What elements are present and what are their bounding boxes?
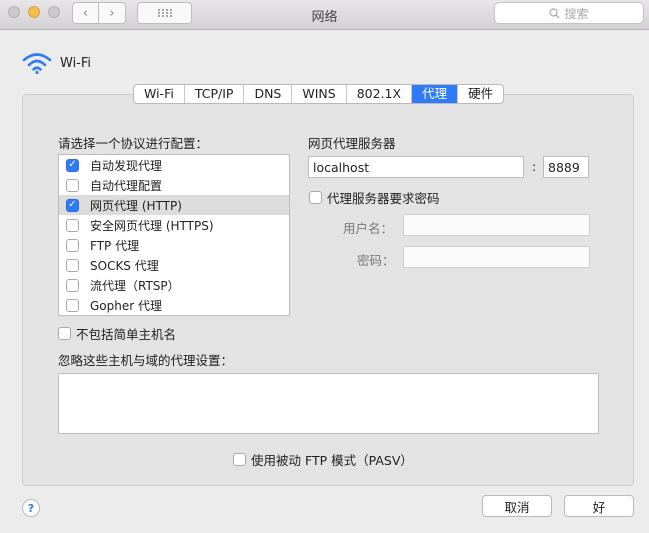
protocol-label: 安全网页代理 (HTTPS) (90, 218, 214, 233)
ok-button[interactable]: 好 (564, 495, 634, 517)
protocol-checkbox[interactable] (66, 178, 79, 192)
bypass-textarea[interactable] (58, 373, 599, 434)
checkmark-icon: ✓ (68, 159, 77, 170)
password-field[interactable] (403, 246, 590, 268)
protocol-label: 流代理（RTSP） (90, 278, 180, 293)
protocol-label: Gopher 代理 (90, 298, 162, 313)
protocol-checkbox[interactable] (66, 258, 79, 272)
tab-dns[interactable]: DNS (244, 85, 293, 103)
protocol-label: FTP 代理 (90, 238, 140, 253)
protocol-checkbox[interactable] (66, 278, 79, 292)
requires-password-label: 代理服务器要求密码 (327, 191, 440, 206)
tab-hardware[interactable]: 硬件 (458, 85, 503, 103)
service-name: Wi-Fi (60, 55, 92, 71)
search-input[interactable]: 搜索 (494, 2, 644, 24)
passive-ftp-checkbox[interactable] (233, 453, 246, 466)
passive-ftp-label: 使用被动 FTP 模式（PASV） (251, 453, 413, 468)
search-icon (549, 7, 560, 18)
list-item[interactable]: FTP 代理 (59, 235, 289, 255)
list-item[interactable]: ✓ 自动发现代理 (59, 155, 289, 175)
protocol-label: 自动代理配置 (90, 178, 163, 193)
protocol-heading: 请选择一个协议进行配置： (58, 136, 209, 151)
password-label: 密码： (357, 253, 395, 268)
tab-proxies[interactable]: 代理 (412, 85, 459, 103)
protocol-checkbox[interactable] (66, 238, 79, 252)
host-port-separator: : (532, 159, 537, 174)
list-item[interactable]: 流代理（RTSP） (59, 275, 289, 295)
service-header: Wi-Fi (22, 52, 91, 74)
protocol-label: SOCKS 代理 (90, 258, 159, 273)
exclude-simple-hostnames-row[interactable]: 不包括简单主机名 (58, 324, 176, 343)
list-item[interactable]: 安全网页代理 (HTTPS) (59, 215, 289, 235)
bypass-label: 忽略这些主机与域的代理设置： (58, 353, 234, 368)
protocol-checkbox[interactable]: ✓ (66, 158, 79, 172)
protocol-checkbox[interactable] (66, 218, 79, 232)
checkmark-icon: ✓ (68, 199, 77, 210)
tab-tcpip[interactable]: TCP/IP (185, 85, 245, 103)
requires-password-row[interactable]: 代理服务器要求密码 (309, 188, 440, 207)
protocol-checkbox[interactable]: ✓ (66, 198, 79, 212)
tab-wins[interactable]: WINS (292, 85, 347, 103)
exclude-simple-hostnames-checkbox[interactable] (58, 327, 71, 340)
wifi-icon (22, 53, 52, 74)
exclude-simple-hostnames-label: 不包括简单主机名 (76, 327, 177, 342)
list-item[interactable]: 自动代理配置 (59, 175, 289, 195)
tab-8021x[interactable]: 802.1X (347, 85, 413, 103)
list-item[interactable]: SOCKS 代理 (59, 255, 289, 275)
proxy-port-input[interactable] (543, 156, 589, 178)
protocol-list: ✓ 自动发现代理 自动代理配置 ✓ 网页代理 (HTTP) 安全网页代理 (HT… (58, 154, 290, 316)
list-item[interactable]: ✓ 网页代理 (HTTP) (59, 195, 289, 215)
search-placeholder: 搜索 (564, 6, 589, 21)
protocol-checkbox[interactable] (66, 298, 79, 312)
protocol-label: 自动发现代理 (90, 158, 163, 173)
cancel-button[interactable]: 取消 (482, 495, 552, 517)
protocol-label: 网页代理 (HTTP) (90, 198, 182, 213)
tab-wifi[interactable]: Wi-Fi (134, 85, 185, 103)
help-button[interactable]: ? (22, 499, 40, 517)
requires-password-checkbox[interactable] (309, 191, 322, 204)
proxy-host-input[interactable] (308, 156, 524, 178)
username-field[interactable] (403, 214, 590, 236)
title-bar: ‹ › 网络 搜索 (0, 0, 649, 30)
passive-ftp-row[interactable]: 使用被动 FTP 模式（PASV） (233, 450, 413, 469)
list-item[interactable]: Gopher 代理 (59, 295, 289, 315)
proxy-server-heading: 网页代理服务器 (308, 136, 396, 151)
tab-bar: Wi-Fi TCP/IP DNS WINS 802.1X 代理 硬件 (133, 84, 505, 104)
username-label: 用户名： (343, 221, 394, 236)
